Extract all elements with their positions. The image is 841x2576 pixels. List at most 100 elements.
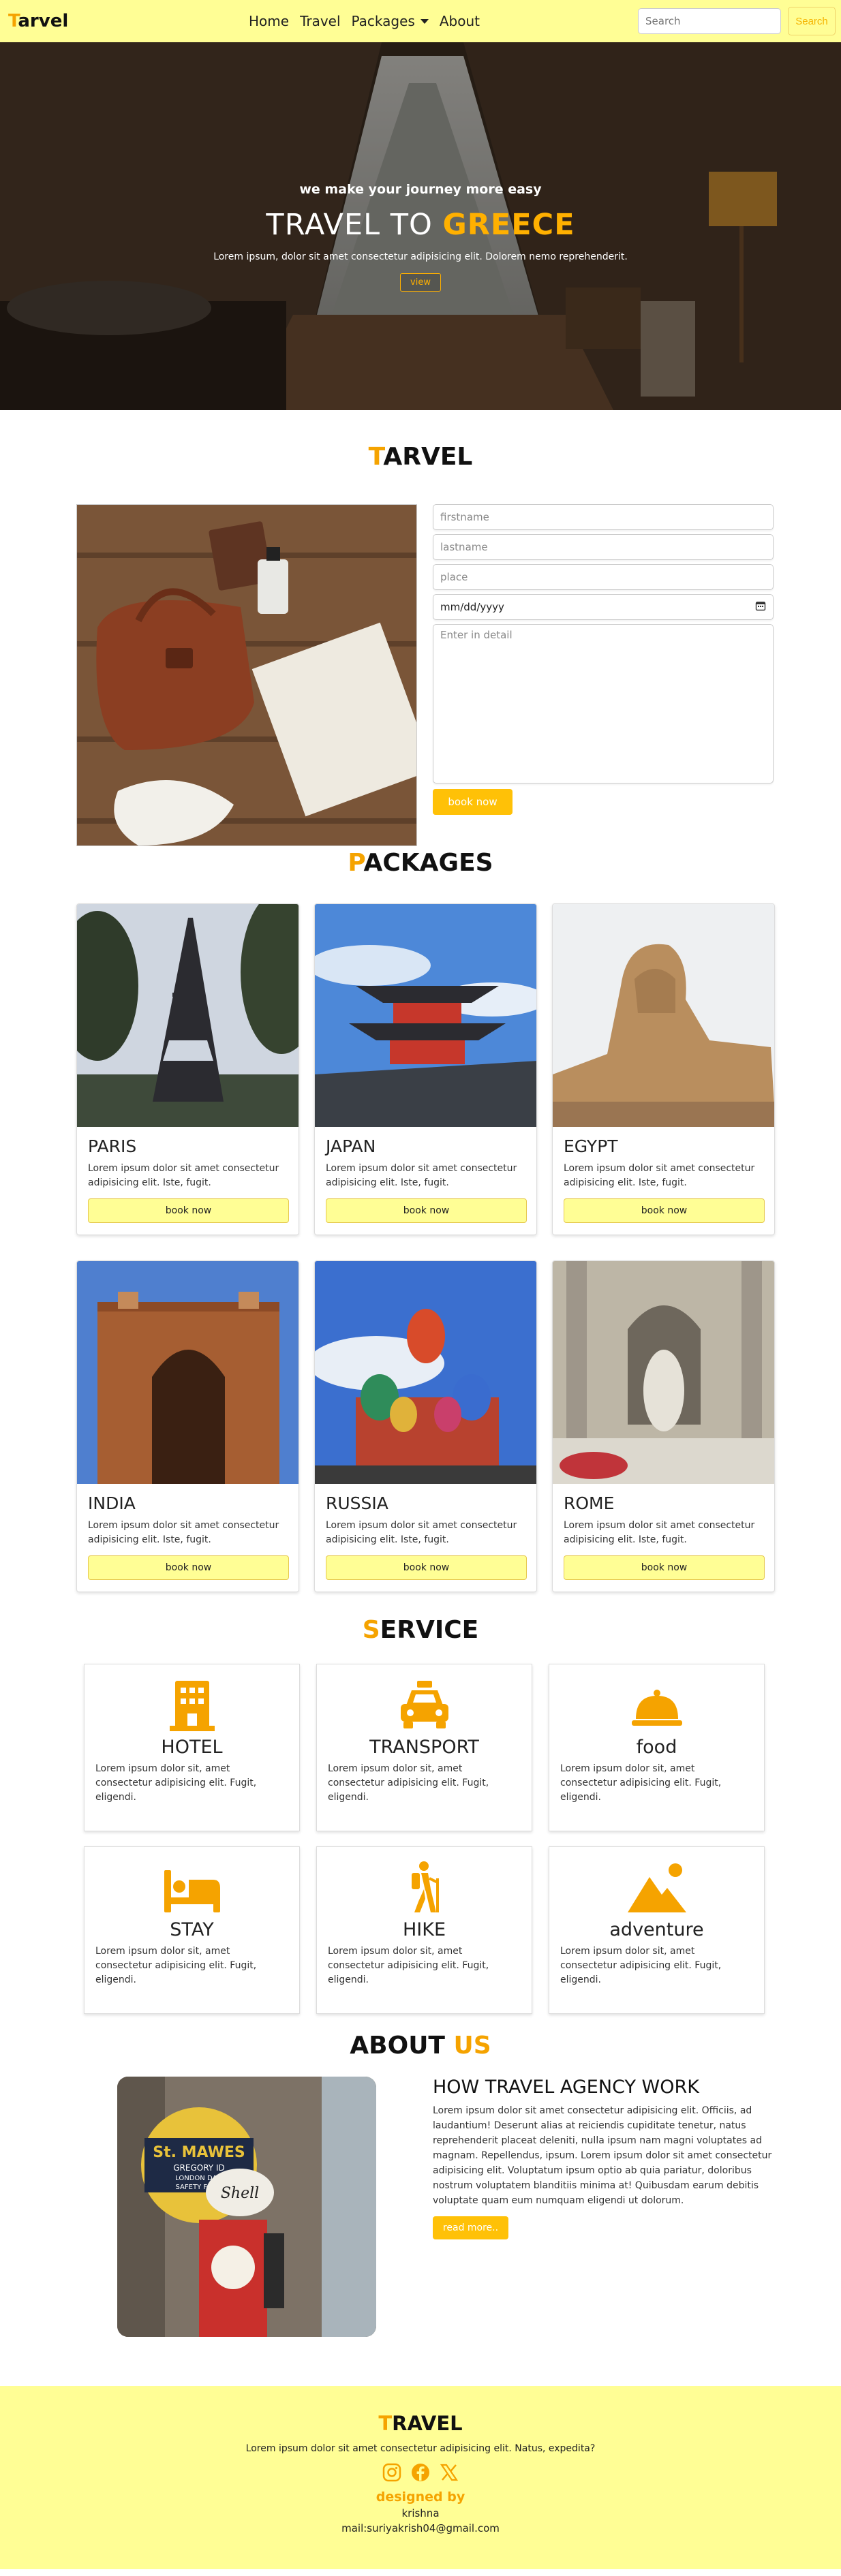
booking-title-first: T [368, 443, 384, 471]
about-heading: HOW TRAVEL AGENCY WORK [433, 2077, 699, 2098]
hero-title-highlight: GREECE [442, 208, 575, 242]
hero-subtitle: we make your journey more easy [299, 182, 542, 197]
package-description: Lorem ipsum dolor sit amet consectetur a… [326, 1520, 517, 1545]
facebook-icon[interactable] [410, 2462, 431, 2483]
taxi-icon [400, 1681, 448, 1728]
nav-link-about[interactable]: About [440, 13, 480, 29]
calendar-icon[interactable] [755, 600, 766, 614]
service-name: food [636, 1737, 677, 1758]
service-card-adventure: adventure Lorem ipsum dolor sit, amet co… [549, 1846, 765, 2014]
about-text: HOW TRAVEL AGENCY WORK Lorem ipsum dolor… [433, 2077, 774, 2239]
detail-textarea[interactable]: Enter in detail [433, 624, 774, 783]
service-description: Lorem ipsum dolor sit, amet consectetur … [328, 1763, 489, 1803]
read-more-button[interactable]: read more.. [433, 2216, 508, 2239]
place-input[interactable]: place [433, 564, 774, 590]
travel-bag-image [76, 504, 417, 846]
date-placeholder: mm/dd/yyyy [440, 601, 504, 613]
author-email[interactable]: mail:suriyakrish04@gmail.com [0, 2522, 841, 2534]
japan-image [315, 904, 536, 1127]
cloche-icon [631, 1690, 682, 1726]
egypt-image [553, 904, 774, 1127]
social-links [0, 2462, 841, 2483]
service-description: Lorem ipsum dolor sit, amet consectetur … [95, 1946, 257, 1985]
about-image: St. MAWES GREGORY ID LONDON DAIL SAFETY … [117, 2077, 376, 2337]
x-twitter-icon[interactable] [439, 2462, 459, 2483]
about-title: ABOUT US [0, 2032, 841, 2060]
bed-icon [164, 1870, 220, 1912]
booking-form: firstname lastname place mm/dd/yyyy Ente… [433, 504, 774, 815]
hiker-icon [411, 1861, 439, 1912]
instagram-icon[interactable] [382, 2462, 402, 2483]
chevron-down-icon [420, 18, 429, 24]
hero-title: TRAVEL TO GREECE [0, 208, 841, 242]
service-description: Lorem ipsum dolor sit, amet consectetur … [560, 1763, 722, 1803]
hero-banner: we make your journey more easy TRAVEL TO… [0, 42, 841, 410]
package-card-egypt: EGYPT Lorem ipsum dolor sit amet consect… [552, 903, 775, 1235]
fuel-pump-illustration: St. MAWES GREGORY ID LONDON DAIL SAFETY … [117, 2077, 376, 2337]
india-image [77, 1261, 299, 1484]
service-card-hike: HIKE Lorem ipsum dolor sit, amet consect… [316, 1846, 532, 2014]
package-card-russia: RUSSIA Lorem ipsum dolor sit amet consec… [314, 1260, 537, 1592]
hero-view-button[interactable]: view [400, 273, 441, 292]
packages-title-rest: ACKAGES [363, 849, 493, 877]
packages-section: PACKAGES PARIS Lorem ipsum dolor sit ame… [0, 833, 841, 1609]
service-name: adventure [609, 1919, 704, 1940]
package-card-rome: ROME Lorem ipsum dolor sit amet consecte… [552, 1260, 775, 1592]
booking-submit-button[interactable]: book now [433, 789, 513, 815]
service-title-rest: ERVICE [380, 1616, 479, 1644]
author-name: krishna [401, 2507, 440, 2519]
nav-link-travel[interactable]: Travel [300, 13, 340, 29]
about-title-plain: ABOUT [350, 2032, 454, 2060]
navbar: Tarvel Home Travel Packages About Search [0, 0, 841, 42]
travel-bag-illustration [77, 505, 416, 845]
package-card-paris: PARIS Lorem ipsum dolor sit amet consect… [76, 903, 299, 1235]
service-name: HOTEL [161, 1737, 223, 1758]
service-title-first: S [362, 1616, 380, 1644]
date-input[interactable]: mm/dd/yyyy [433, 594, 774, 620]
package-book-button[interactable]: book now [564, 1198, 765, 1223]
package-name: RUSSIA [326, 1493, 388, 1513]
hero-description: Lorem ipsum, dolor sit amet consectetur … [213, 251, 628, 262]
search-input[interactable] [638, 8, 781, 34]
rome-image [553, 1261, 774, 1484]
footer-brand: TRAVEL [0, 2412, 841, 2435]
nav-link-home[interactable]: Home [249, 13, 289, 29]
package-description: Lorem ipsum dolor sit amet consectetur a… [88, 1520, 279, 1545]
service-card-stay: STAY Lorem ipsum dolor sit, amet consect… [84, 1846, 300, 2014]
service-card-transport: TRANSPORT Lorem ipsum dolor sit, amet co… [316, 1664, 532, 1831]
service-description: Lorem ipsum dolor sit, amet consectetur … [560, 1946, 722, 1985]
package-name: INDIA [88, 1493, 136, 1513]
service-description: Lorem ipsum dolor sit, amet consectetur … [95, 1763, 257, 1803]
package-book-button[interactable]: book now [88, 1198, 289, 1223]
package-description: Lorem ipsum dolor sit amet consectetur a… [326, 1163, 517, 1188]
mountain-icon [627, 1863, 686, 1912]
package-card-japan: JAPAN Lorem ipsum dolor sit amet consect… [314, 903, 537, 1235]
search-form: Search [638, 7, 836, 35]
hotel-icon [169, 1681, 215, 1731]
search-button[interactable]: Search [788, 7, 836, 35]
package-book-button[interactable]: book now [326, 1198, 527, 1223]
footer-description: Lorem ipsum dolor sit amet consectetur a… [245, 2443, 596, 2454]
nav-link-packages[interactable]: Packages [352, 13, 429, 29]
sign-line-2: GREGORY ID [173, 2163, 224, 2173]
hero-title-plain: TRAVEL TO [266, 208, 443, 242]
package-card-india: INDIA Lorem ipsum dolor sit amet consect… [76, 1260, 299, 1592]
brand-logo[interactable]: Tarvel [8, 11, 68, 31]
service-description: Lorem ipsum dolor sit, amet consectetur … [328, 1946, 489, 1985]
package-book-button[interactable]: book now [564, 1555, 765, 1580]
package-description: Lorem ipsum dolor sit amet consectetur a… [564, 1520, 755, 1545]
nav-links: Home Travel Packages About [249, 0, 491, 42]
service-name: TRANSPORT [369, 1737, 479, 1758]
service-section: SERVICE HOTEL Lorem ipsum dolor sit, ame… [0, 1609, 841, 2032]
booking-title-rest: ARVEL [383, 443, 473, 471]
service-card-food: food Lorem ipsum dolor sit, amet consect… [549, 1664, 765, 1831]
about-body: Lorem ipsum dolor sit amet consectetur a… [433, 2105, 772, 2206]
lastname-input[interactable]: lastname [433, 534, 774, 560]
package-book-button[interactable]: book now [326, 1555, 527, 1580]
firstname-input[interactable]: firstname [433, 504, 774, 530]
package-description: Lorem ipsum dolor sit amet consectetur a… [88, 1163, 279, 1188]
package-book-button[interactable]: book now [88, 1555, 289, 1580]
service-title: SERVICE [0, 1616, 841, 1644]
booking-title: TARVEL [0, 443, 841, 471]
russia-image [315, 1261, 536, 1484]
